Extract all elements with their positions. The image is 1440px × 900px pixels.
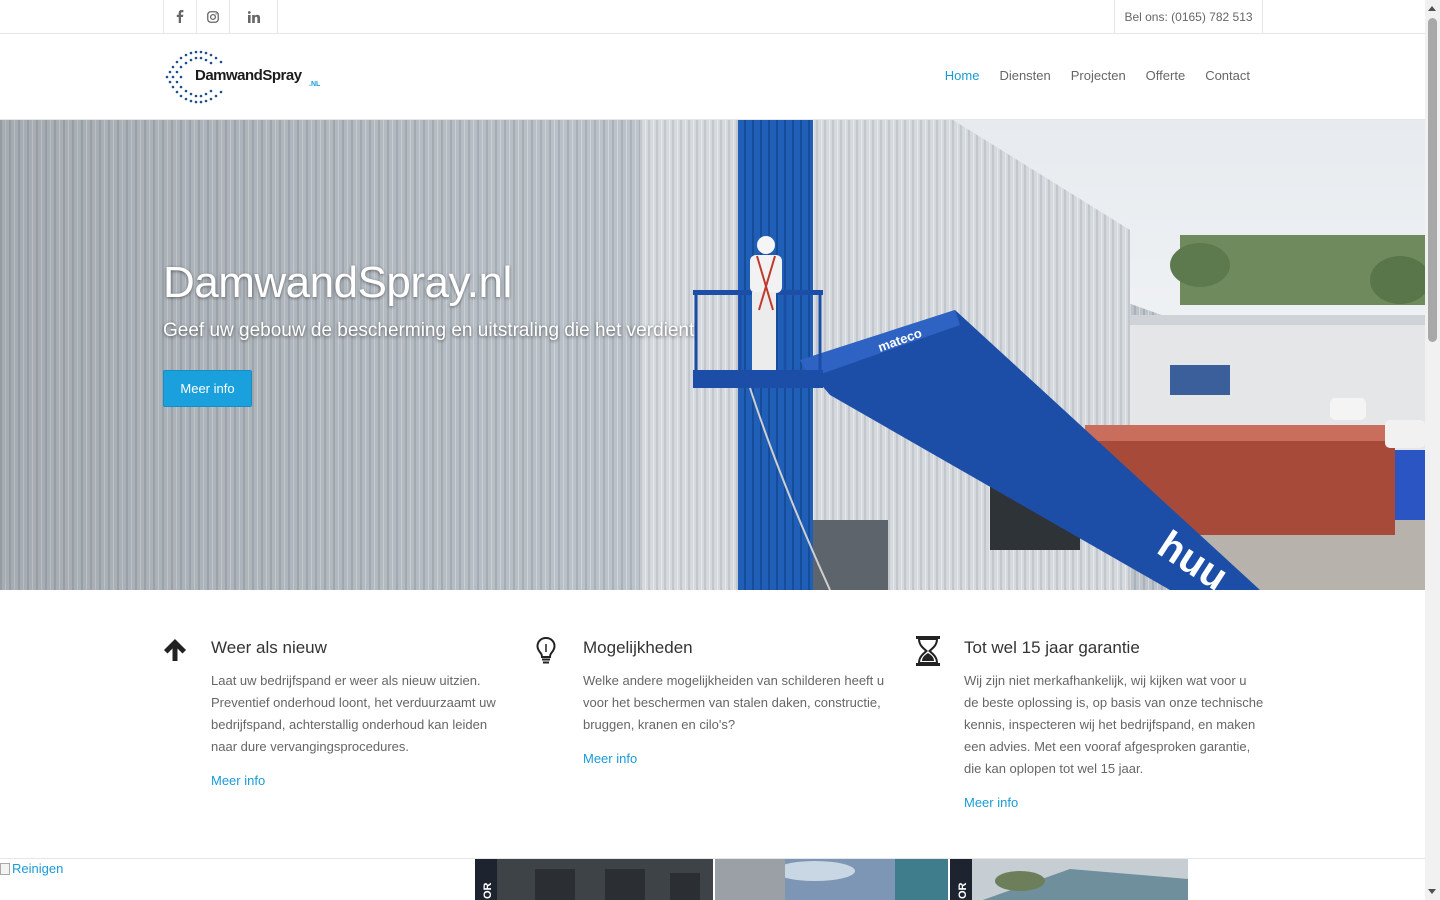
phone-number[interactable]: Bel ons: (0165) 782 513 (1114, 0, 1263, 33)
scrollbar-thumb[interactable] (1428, 18, 1437, 342)
thumb-letters: OR (957, 882, 969, 899)
hero-background-image: mateco huu (0, 120, 1425, 590)
broken-image-alt: Reinigen (12, 861, 64, 876)
gallery-thumb-2[interactable] (715, 859, 948, 900)
features-section: Weer als nieuw Laat uw bedrijfspand er w… (163, 636, 1263, 846)
linkedin-icon[interactable] (230, 0, 278, 33)
nav-projecten[interactable]: Projecten (1071, 68, 1126, 83)
feature-more-info-link[interactable]: Meer info (964, 795, 1018, 810)
gallery-thumb-3[interactable]: OR (950, 859, 1188, 900)
feature-title: Tot wel 15 jaar garantie (964, 638, 1140, 657)
broken-image-reinigen[interactable]: Reinigen (0, 861, 63, 876)
site-logo[interactable]: DamwandSpray .NL (163, 50, 328, 104)
gallery-thumb-1[interactable]: OR (475, 859, 713, 900)
broken-image-icon (0, 862, 10, 875)
feature-text: Wij zijn niet merkafhankelijk, wij kijke… (964, 673, 1264, 776)
project-gallery-strip: Reinigen OR OR (0, 858, 1425, 900)
facebook-icon[interactable] (164, 0, 197, 33)
page-scrollbar[interactable] (1425, 0, 1440, 900)
top-bar: Bel ons: (0165) 782 513 (0, 0, 1425, 34)
arrow-up-icon (163, 636, 189, 666)
logo-suffix: .NL (309, 81, 321, 88)
feature-text: Laat uw bedrijfspand er weer als nieuw u… (211, 673, 496, 754)
nav-contact[interactable]: Contact (1205, 68, 1250, 83)
feature-title: Weer als nieuw (211, 638, 327, 657)
hero-subtitle: Geef uw gebouw de bescherming en uitstra… (163, 320, 695, 341)
thumb-letters: OR (482, 882, 494, 899)
hero-more-info-button[interactable]: Meer info (163, 370, 252, 407)
feature-text: Welke andere mogelijkheiden van schilder… (583, 673, 885, 732)
main-nav: Home Diensten Projecten Offerte Contact (925, 68, 1250, 83)
feature-more-info-link[interactable]: Meer info (211, 773, 265, 788)
nav-home[interactable]: Home (945, 68, 980, 83)
hero-banner: mateco huu DamwandSpray.nl Geef uw gebou… (0, 120, 1425, 590)
site-header: DamwandSpray .NL Home Diensten Projecten… (0, 34, 1425, 120)
lightbulb-icon (535, 636, 561, 666)
nav-offerte[interactable]: Offerte (1146, 68, 1186, 83)
feature-more-info-link[interactable]: Meer info (583, 751, 637, 766)
hero-title: DamwandSpray.nl (163, 258, 512, 307)
scroll-down-arrow-icon[interactable] (1428, 889, 1436, 894)
nav-diensten[interactable]: Diensten (999, 68, 1050, 83)
feature-title: Mogelijkheden (583, 638, 693, 657)
instagram-icon[interactable] (197, 0, 230, 33)
social-links (163, 0, 278, 33)
logo-text: DamwandSpray (195, 67, 303, 84)
scroll-up-arrow-icon[interactable] (1428, 6, 1436, 11)
hourglass-icon (916, 636, 942, 666)
